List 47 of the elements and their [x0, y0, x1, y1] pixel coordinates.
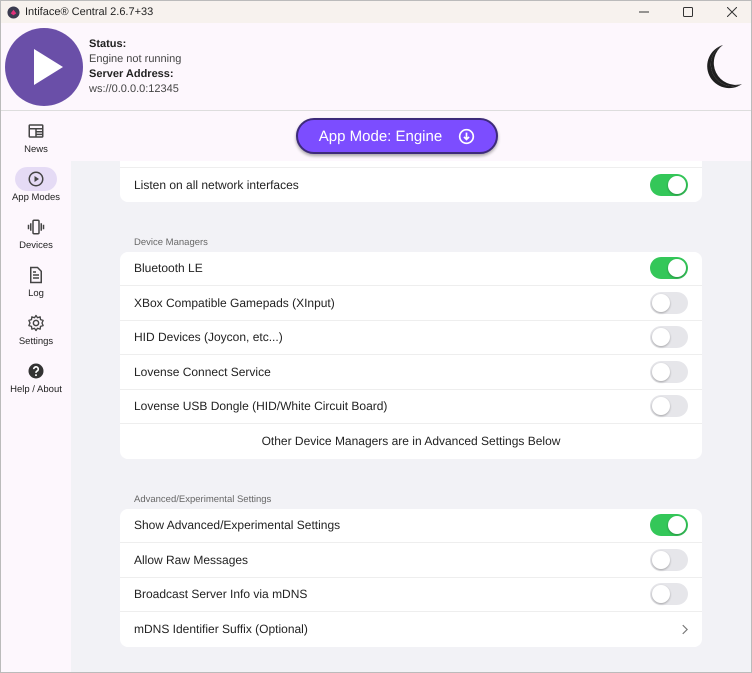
setting-label: XBox Compatible Gamepads (XInput)	[134, 296, 335, 310]
settings-icon	[27, 314, 45, 332]
info-text: Other Device Managers are in Advanced Settings Below	[262, 434, 560, 448]
newspaper-icon	[27, 122, 45, 140]
nav-label[interactable]: Log	[28, 288, 44, 299]
nav-label[interactable]: News	[24, 144, 48, 155]
section-header: Advanced/Experimental Settings	[133, 492, 272, 506]
play-circle-icon	[27, 170, 45, 188]
app-logo-icon	[7, 6, 20, 18]
toggle-switch[interactable]	[650, 292, 688, 314]
maximize-icon[interactable]	[683, 7, 693, 17]
play-button[interactable]	[5, 28, 83, 106]
setting-label: Lovense Connect Service	[134, 364, 271, 379]
status-label: Status:	[89, 36, 126, 52]
setting-label: HID Devices (Joycon, etc...)	[134, 330, 283, 344]
toggle-switch[interactable]	[650, 326, 688, 348]
setting-label: Allow Raw Messages	[134, 552, 248, 567]
help-icon	[26, 362, 45, 380]
toggle-switch[interactable]	[650, 174, 688, 196]
app-mode-button[interactable]: App Mode: Engine	[296, 118, 498, 154]
nav-label[interactable]: Help / About	[10, 384, 62, 395]
toggle-switch[interactable]	[650, 514, 688, 536]
toggle-switch[interactable]	[650, 548, 688, 571]
nav-icon-button[interactable]	[15, 167, 57, 191]
nav-label[interactable]: App Modes	[12, 192, 60, 203]
setting-label: mDNS Identifier Suffix (Optional)	[134, 622, 308, 636]
setting-label: Broadcast Server Info via mDNS	[134, 587, 308, 602]
setting-label: Lovense USB Dongle (HID/White Circuit Board)	[134, 399, 388, 414]
toggle-switch[interactable]	[650, 583, 688, 606]
download-circle-icon	[458, 128, 476, 144]
nav-label[interactable]: Devices	[19, 240, 53, 251]
address-value: ws://0.0.0.0:12345	[89, 82, 179, 96]
status-value: Engine not running	[89, 52, 182, 66]
toggle-switch[interactable]	[650, 395, 688, 418]
setting-label: Show Advanced/Experimental Settings	[134, 518, 340, 532]
setting-label: Listen on all network interfaces	[134, 178, 299, 192]
nav-label[interactable]: Settings	[18, 336, 54, 347]
address-label: Server Address:	[89, 66, 174, 82]
window-title: Intiface® Central 2.6.7+33	[25, 6, 154, 18]
section-header: Device Managers	[133, 236, 209, 250]
toggle-switch[interactable]	[650, 360, 688, 383]
chevron-right-icon[interactable]	[681, 624, 688, 635]
document-icon	[27, 266, 45, 284]
vibrating-phone-icon	[27, 218, 45, 236]
close-icon[interactable]	[727, 7, 737, 17]
setting-label: Bluetooth LE	[134, 261, 203, 276]
toggle-switch[interactable]	[650, 257, 688, 280]
